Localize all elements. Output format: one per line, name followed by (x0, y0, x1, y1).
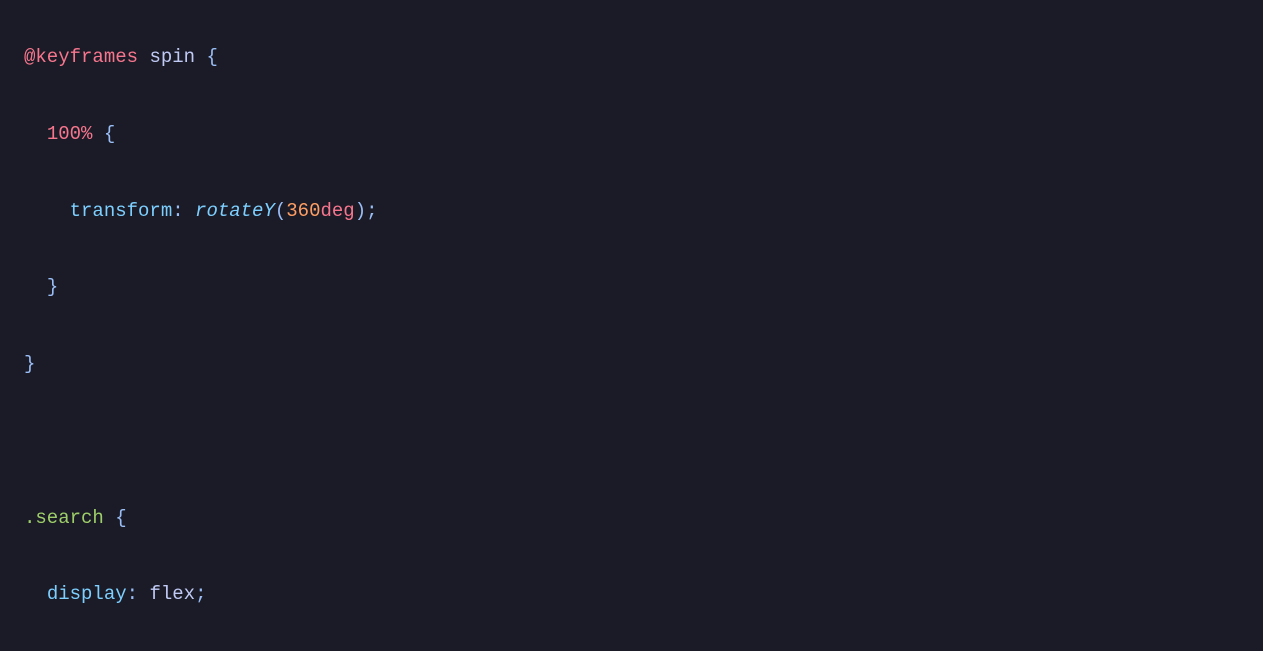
css-property: display (47, 583, 127, 605)
colon: : (127, 583, 138, 605)
paren-close: ) (355, 200, 366, 222)
code-line: } (24, 268, 1239, 306)
paren-open: ( (275, 200, 286, 222)
at-rule-symbol: @ (24, 46, 35, 68)
keyframe-stop-value: 100 (47, 123, 81, 145)
brace-open: { (115, 507, 126, 529)
css-value: flex (149, 583, 195, 605)
css-property: transform (70, 200, 173, 222)
code-line: @keyframes spin { (24, 38, 1239, 76)
keyframe-stop-unit: % (81, 123, 92, 145)
brace-close: } (47, 276, 58, 298)
keyframes-name: spin (149, 46, 195, 68)
at-rule-keyword: keyframes (35, 46, 138, 68)
selector-dot: . (24, 507, 35, 529)
colon: : (172, 200, 183, 222)
css-function: rotateY (195, 200, 275, 222)
selector-name: search (35, 507, 103, 529)
semicolon: ; (366, 200, 377, 222)
code-line: display: flex; (24, 575, 1239, 613)
css-unit: deg (321, 200, 355, 222)
code-editor[interactable]: @keyframes spin { 100% { transform: rota… (0, 0, 1263, 651)
brace-close: } (24, 353, 35, 375)
code-line: transform: rotateY(360deg); (24, 192, 1239, 230)
code-line: 100% { (24, 115, 1239, 153)
code-line-blank (24, 422, 1239, 460)
semicolon: ; (195, 583, 206, 605)
code-line: .search { (24, 499, 1239, 537)
brace-open: { (206, 46, 217, 68)
brace-open: { (104, 123, 115, 145)
code-line: } (24, 345, 1239, 383)
css-number: 360 (286, 200, 320, 222)
